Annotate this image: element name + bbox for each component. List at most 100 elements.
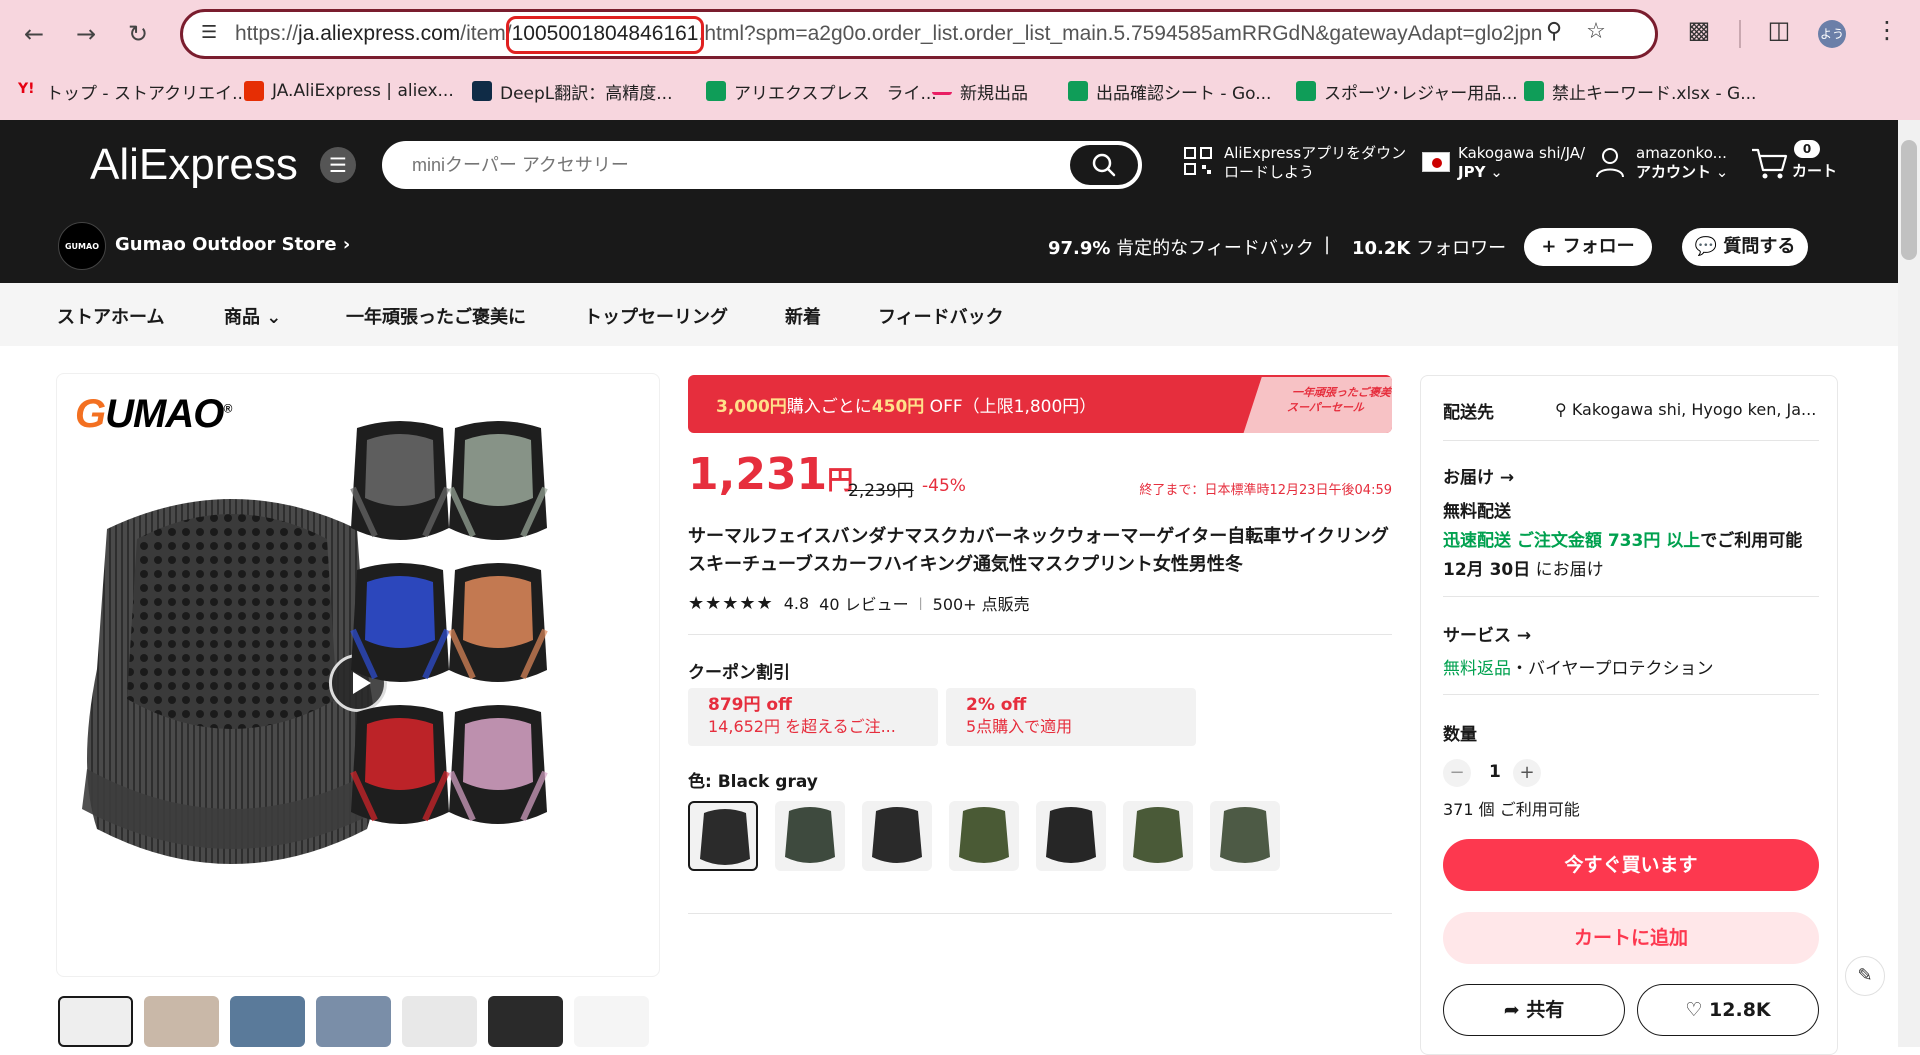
quantity-increase-button[interactable]: + [1513, 759, 1541, 787]
gallery-thumbnail[interactable] [316, 996, 391, 1047]
forward-icon[interactable]: → [66, 14, 106, 54]
ship-to-value: Kakogawa shi, Hyogo ken, Ja... [1571, 400, 1817, 419]
buy-now-button[interactable]: 今すぐ買います [1443, 839, 1819, 891]
store-name-link[interactable]: Gumao Outdoor Store › [115, 234, 350, 255]
chevron-down-icon: ⌄ [1490, 163, 1503, 181]
account-name: amazonko... [1636, 144, 1727, 162]
wishlist-button[interactable]: ♡ 12.8K [1637, 984, 1819, 1036]
buyer-protection-link[interactable]: ・バイヤープロテクション [1511, 659, 1713, 679]
bookmark-item[interactable]: DeepL翻訳：高精度... [472, 74, 672, 108]
bookmark-label: DeepL翻訳：高精度... [500, 83, 673, 104]
gallery-thumbnail[interactable] [574, 996, 649, 1047]
variant-preview-image [448, 705, 548, 824]
url-text[interactable]: https://ja.aliexpress.com/item/100500180… [235, 12, 1542, 56]
service-info: 無料返品・バイヤープロテクション [1443, 654, 1713, 679]
service-link[interactable]: サービス → [1443, 621, 1531, 646]
divider [688, 913, 1392, 914]
follower-label: フォロワー [1416, 238, 1507, 259]
bookmark-item[interactable]: スポーツ･レジャー用品... [1296, 74, 1518, 108]
swatch-image [785, 807, 835, 863]
region-selector[interactable]: Kakogawa shi/JA/ JPY ⌄ [1458, 144, 1585, 182]
follow-button[interactable]: + フォロー [1524, 228, 1652, 266]
category-menu-icon[interactable]: ☰ [320, 147, 356, 183]
store-nav-top-selling[interactable]: トップセーリング [584, 303, 728, 329]
browser-menu-icon[interactable]: ⋮ [1870, 16, 1904, 50]
color-swatch[interactable] [1036, 801, 1106, 871]
color-swatch[interactable] [1123, 801, 1193, 871]
ask-question-label: 質問する [1723, 236, 1796, 257]
store-nav-products[interactable]: 商品 ⌄ [224, 303, 281, 329]
gallery-thumbnail[interactable] [58, 996, 133, 1047]
cart-label[interactable]: カート [1792, 162, 1837, 181]
share-button[interactable]: ➦ 共有 [1443, 984, 1625, 1036]
bookmark-item[interactable]: アリエクスプレス ライ... [706, 74, 937, 108]
chat-icon: 💬 [1694, 236, 1718, 257]
bookmark-item[interactable]: 新規出品 [932, 74, 1028, 108]
store-name: Gumao Outdoor Store [115, 234, 337, 255]
gallery-thumbnail[interactable] [488, 996, 563, 1047]
super-sale-tag: 一年頑張ったご褒美に スーパーセール [1242, 377, 1392, 433]
heart-icon: ♡ [1685, 999, 1703, 1021]
url-scheme: https:// [235, 22, 299, 45]
search-button[interactable] [1070, 145, 1138, 185]
profile-avatar[interactable]: よう [1818, 20, 1846, 48]
sold-count: 500+ 点販売 [932, 595, 1030, 614]
extensions-icon[interactable]: ▩ [1682, 16, 1716, 50]
side-panel-icon[interactable]: ◫ [1762, 16, 1796, 50]
gallery-thumbnail[interactable] [144, 996, 219, 1047]
cart-count-badge: 0 [1794, 140, 1820, 158]
delivery-link[interactable]: お届け → [1443, 463, 1514, 488]
site-info-icon[interactable]: ☰ [201, 22, 225, 46]
ship-to-selector[interactable]: ⚲ Kakogawa shi, Hyogo ken, Ja... [1555, 400, 1816, 419]
app-download-link[interactable]: AliExpressアプリをダウン ロードしよう [1224, 144, 1406, 182]
bookmark-label: スポーツ･レジャー用品... [1324, 83, 1518, 104]
zoom-search-icon[interactable]: ⚲ [1539, 19, 1569, 49]
color-swatch[interactable] [862, 801, 932, 871]
free-returns-link[interactable]: 無料返品 [1443, 659, 1511, 679]
edit-pencil-icon[interactable]: ✎ [1845, 956, 1885, 996]
bookmark-item[interactable]: JA.AliExpress | aliex... [244, 74, 454, 108]
color-swatch[interactable] [688, 801, 758, 871]
store-nav-home[interactable]: ストアホーム [57, 303, 164, 329]
aliexpress-logo[interactable]: AliExpress [90, 140, 298, 190]
store-nav-feedback[interactable]: フィードバック [878, 303, 1004, 329]
coupon-card[interactable]: 2% off 5点購入で適用 [946, 688, 1196, 746]
back-icon[interactable]: ← [14, 14, 54, 54]
sheets-icon [706, 81, 726, 101]
search-input[interactable] [412, 143, 1012, 187]
japan-flag-icon [1422, 152, 1450, 172]
reload-icon[interactable]: ↻ [118, 14, 158, 54]
color-swatch[interactable] [775, 801, 845, 871]
bookmark-item[interactable]: Y! トップ - ストアクリエイ... [18, 74, 248, 108]
gallery-thumbnail[interactable] [402, 996, 477, 1047]
aliexpress-icon [244, 81, 264, 101]
store-nav-reward[interactable]: 一年頑張ったご褒美に [346, 303, 526, 329]
delivery-estimate: 12月 30日 にお届け [1443, 555, 1604, 580]
address-bar[interactable]: ☰ https://ja.aliexpress.com/item/1005001… [180, 9, 1658, 59]
ask-question-button[interactable]: 💬 質問する [1682, 228, 1808, 266]
quantity-value[interactable]: 1 [1489, 762, 1501, 782]
rating-row: ★★★★★ 4.8 40 レビュー | 500+ 点販売 [688, 591, 1030, 615]
gallery-thumbnail[interactable] [230, 996, 305, 1047]
thumbnail-strip [58, 996, 658, 1047]
gumao-brand-logo: GUMAO® [75, 392, 232, 437]
scrollbar-thumb[interactable] [1901, 140, 1917, 260]
product-gallery[interactable]: GUMAO® [56, 373, 660, 977]
store-followers: 10.2K フォロワー [1352, 234, 1506, 260]
bookmark-star-icon[interactable]: ☆ [1581, 19, 1611, 49]
account-menu[interactable]: amazonko... アカウント ⌄ [1636, 144, 1728, 182]
color-swatch[interactable] [949, 801, 1019, 871]
bookmark-item[interactable]: 出品確認シート - Go... [1068, 74, 1271, 108]
divider [1443, 694, 1819, 695]
bookmark-item[interactable]: 禁止キーワード.xlsx - G... [1524, 74, 1756, 108]
store-nav-new[interactable]: 新着 [785, 303, 821, 329]
promo-banner[interactable]: 3,000円購入ごとに450円 OFF（上限1,800円） 一年頑張ったご褒美に… [688, 375, 1392, 433]
bookmark-label: 出品確認シート - Go... [1096, 83, 1272, 104]
color-swatch[interactable] [1210, 801, 1280, 871]
cart-icon[interactable] [1750, 146, 1788, 180]
review-count-link[interactable]: 40 レビュー [819, 591, 908, 615]
coupon-card[interactable]: 879円 off 14,652円 を超えるご注... [688, 688, 938, 746]
quantity-decrease-button[interactable]: − [1443, 759, 1471, 787]
add-to-cart-button[interactable]: カートに追加 [1443, 912, 1819, 964]
store-logo[interactable]: GUMAO [58, 222, 106, 270]
